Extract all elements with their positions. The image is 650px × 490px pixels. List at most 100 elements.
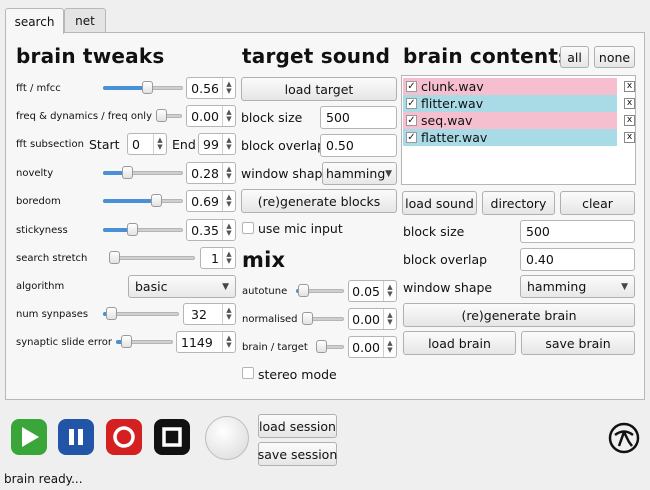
autotune-slider[interactable] (296, 284, 344, 298)
slider-thumb[interactable] (142, 81, 153, 94)
spin-arrows-icon[interactable]: ▲ ▼ (222, 134, 235, 154)
search-stretch-slider[interactable] (109, 251, 195, 265)
mic-input-checkbox[interactable] (242, 222, 254, 234)
normalised-value: 0.00 (352, 311, 380, 327)
autotune-spinbox[interactable]: 0.05 ▲ ▼ (348, 280, 397, 302)
spin-arrows-icon[interactable]: ▲ ▼ (222, 163, 235, 183)
end-spinbox[interactable]: 99 ▲ ▼ (198, 133, 236, 155)
boredom-spinbox[interactable]: 0.69 ▲ ▼ (186, 190, 236, 212)
spin-arrows-icon[interactable]: ▲ ▼ (222, 78, 235, 98)
load-sound-button[interactable]: load sound (402, 191, 477, 215)
slider-thumb[interactable] (151, 194, 162, 207)
novelty-spinbox[interactable]: 0.28 ▲ ▼ (186, 162, 236, 184)
record-button[interactable] (106, 419, 142, 455)
slide-error-slider[interactable] (116, 335, 173, 349)
start-spinbox[interactable]: 0 ▲ ▼ (127, 133, 167, 155)
save-brain-button[interactable]: save brain (521, 331, 635, 355)
spin-arrows-icon[interactable]: ▲ ▼ (222, 304, 235, 324)
regenerate-blocks-button[interactable]: (re)generate blocks (241, 189, 397, 213)
boredom-slider[interactable] (103, 194, 183, 208)
list-item[interactable]: ✓ flatter.wav x (403, 129, 635, 146)
num-synapses-slider[interactable] (103, 307, 179, 321)
sound-name: flatter.wav (421, 130, 488, 145)
algorithm-combobox[interactable]: basic ▼ (128, 275, 236, 298)
remove-sound-icon[interactable]: x (624, 115, 635, 126)
pause-button[interactable] (58, 419, 94, 455)
slider-thumb[interactable] (156, 109, 167, 122)
boredom-label: boredom (16, 195, 61, 207)
spin-arrows-icon[interactable]: ▲ ▼ (222, 106, 235, 126)
spin-arrows-icon[interactable]: ▲ ▼ (153, 134, 166, 154)
brain-block-size-input[interactable]: 500 (520, 220, 635, 243)
mix-title: mix (242, 248, 286, 272)
target-window-shape-combobox[interactable]: hamming ▼ (322, 162, 397, 185)
fft-mfcc-spinbox[interactable]: 0.56 ▲ ▼ (186, 77, 236, 99)
freq-dynamics-spinbox[interactable]: 0.00 ▲ ▼ (186, 105, 236, 127)
tab-net[interactable]: net (64, 8, 106, 33)
num-synapses-spinbox[interactable]: 32 ▲ ▼ (183, 303, 236, 325)
slide-error-value: 1149 (181, 334, 213, 350)
brain-block-overlap-input[interactable]: 0.40 (520, 248, 635, 271)
stop-button[interactable] (154, 419, 190, 455)
list-item[interactable]: ✓ clunk.wav x (403, 78, 635, 95)
sound-checkbox[interactable]: ✓ (406, 98, 417, 109)
slider-thumb[interactable] (106, 307, 117, 320)
search-stretch-spinbox[interactable]: 1 ▲ ▼ (200, 247, 236, 269)
spin-arrows-icon[interactable]: ▲ ▼ (383, 281, 396, 301)
list-item[interactable]: ✓ flitter.wav x (403, 95, 635, 112)
novelty-slider[interactable] (103, 166, 183, 180)
stickyness-slider[interactable] (103, 223, 183, 237)
slide-error-spinbox[interactable]: 1149 ▲ ▼ (176, 331, 236, 353)
normalised-slider[interactable] (302, 312, 344, 326)
sound-checkbox[interactable]: ✓ (406, 115, 417, 126)
tab-search[interactable]: search (5, 8, 64, 34)
list-item[interactable]: ✓ seq.wav x (403, 112, 635, 129)
slider-thumb[interactable] (316, 340, 327, 353)
boredom-value: 0.69 (191, 193, 219, 209)
remove-sound-icon[interactable]: x (624, 81, 635, 92)
brain-target-slider[interactable] (316, 340, 344, 354)
slider-thumb[interactable] (298, 284, 309, 297)
brain-target-spinbox[interactable]: 0.00 ▲ ▼ (348, 336, 397, 358)
slider-thumb[interactable] (127, 223, 138, 236)
load-brain-button[interactable]: load brain (403, 331, 516, 355)
select-none-button[interactable]: none (594, 46, 635, 68)
target-block-size-input[interactable]: 500 (320, 106, 397, 129)
novelty-value: 0.28 (191, 165, 219, 181)
load-target-button[interactable]: load target (241, 77, 397, 101)
freq-dynamics-value: 0.00 (191, 108, 219, 124)
brain-window-shape-combobox[interactable]: hamming ▼ (520, 275, 635, 298)
slider-thumb[interactable] (121, 335, 132, 348)
load-session-button[interactable]: load session (258, 414, 337, 438)
spin-arrows-icon[interactable]: ▲ ▼ (383, 309, 396, 329)
save-session-button[interactable]: save session (258, 442, 337, 466)
brain-sound-list[interactable]: ✓ clunk.wav x ✓ flitter.wav x ✓ seq.wav x ✓ fla… (401, 75, 636, 185)
sound-checkbox[interactable]: ✓ (406, 132, 417, 143)
stereo-mode-checkbox[interactable] (242, 367, 254, 379)
normalised-spinbox[interactable]: 0.00 ▲ ▼ (348, 308, 397, 330)
spin-arrows-icon[interactable]: ▲ ▼ (222, 332, 235, 352)
freq-dynamics-slider[interactable] (156, 109, 182, 123)
select-all-button[interactable]: all (560, 46, 589, 68)
fft-mfcc-slider[interactable] (103, 81, 183, 95)
slider-thumb[interactable] (109, 251, 120, 264)
play-button[interactable] (11, 419, 47, 455)
sound-checkbox[interactable]: ✓ (406, 81, 417, 92)
slider-thumb[interactable] (302, 312, 313, 325)
clear-button[interactable]: clear (560, 191, 635, 215)
spin-arrows-icon[interactable]: ▲ ▼ (222, 191, 235, 211)
regenerate-brain-button[interactable]: (re)generate brain (403, 303, 635, 327)
stickyness-spinbox[interactable]: 0.35 ▲ ▼ (186, 219, 236, 241)
directory-button[interactable]: directory (482, 191, 555, 215)
spin-arrows-icon[interactable]: ▲ ▼ (222, 248, 235, 268)
remove-sound-icon[interactable]: x (624, 132, 635, 143)
spin-arrows-icon[interactable]: ▲ ▼ (383, 337, 396, 357)
volume-knob[interactable] (205, 416, 249, 460)
chevron-down-icon: ▼ (621, 281, 628, 292)
slider-thumb[interactable] (122, 166, 133, 179)
fft-mfcc-value: 0.56 (191, 80, 219, 96)
remove-sound-icon[interactable]: x (624, 98, 635, 109)
spin-arrows-icon[interactable]: ▲ ▼ (222, 220, 235, 240)
target-block-overlap-input[interactable]: 0.50 (320, 134, 397, 157)
num-synapses-label: num synpases (16, 308, 89, 320)
